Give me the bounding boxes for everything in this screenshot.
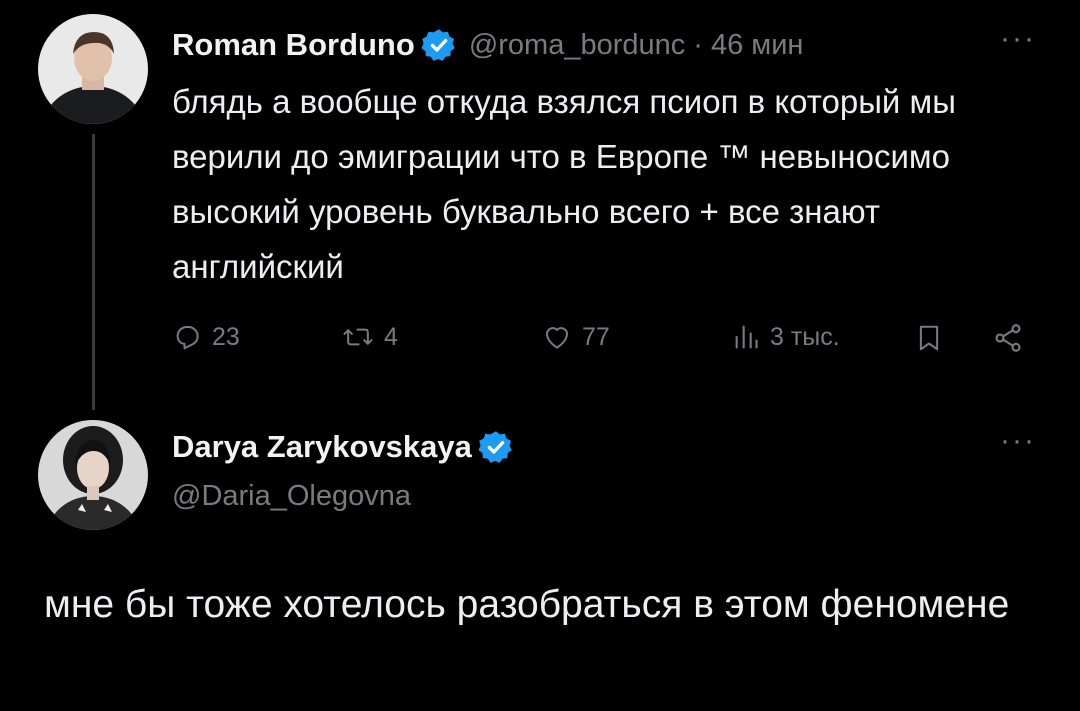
reply-author-name[interactable]: Darya Zarykovskaya — [172, 429, 472, 465]
reply-author-handle[interactable]: @Daria_Olegovna — [172, 480, 411, 513]
like-count: 77 — [582, 322, 610, 351]
separator-dot: · — [693, 28, 703, 61]
like-button[interactable]: 77 — [542, 322, 610, 352]
views-count: 3 тыс. — [770, 322, 840, 351]
reply-more-options-button[interactable]: ··· — [1000, 424, 1036, 458]
tweet-actions-bar: 23 4 77 3 тыс. — [172, 322, 1036, 362]
retweet-button[interactable]: 4 — [342, 322, 398, 352]
tweet-header: Roman Borduno @roma_bordunc · 46 мин — [172, 24, 803, 66]
reply-header: Darya Zarykovskaya — [172, 426, 526, 468]
verified-badge-icon — [421, 29, 455, 61]
author-handle[interactable]: @roma_bordunc — [469, 29, 685, 62]
tweet-text: блядь а вообще откуда взялся псиоп в кот… — [172, 83, 956, 285]
retweet-icon — [343, 328, 373, 346]
reply-icon — [176, 326, 199, 350]
tweet-timestamp[interactable]: 46 мин — [711, 29, 803, 62]
share-button[interactable] — [992, 322, 1034, 354]
bookmark-icon — [919, 325, 939, 351]
views-button[interactable]: 3 тыс. — [732, 322, 840, 352]
bookmark-button[interactable] — [914, 322, 954, 354]
thread-line — [92, 134, 95, 410]
heart-icon — [546, 327, 568, 349]
retweet-count: 4 — [384, 322, 398, 351]
reply-text: мне бы тоже хотелось разобраться в этом … — [44, 583, 1010, 626]
reply-button[interactable]: 23 — [172, 322, 240, 352]
verified-badge-icon — [478, 431, 512, 463]
share-icon — [995, 324, 1021, 352]
author-name[interactable]: Roman Borduno — [172, 27, 415, 63]
avatar-roman-borduno[interactable] — [38, 14, 148, 124]
avatar-darya-zarykovskaya[interactable] — [38, 420, 148, 530]
more-options-button[interactable]: ··· — [1000, 22, 1036, 56]
reply-count: 23 — [212, 322, 240, 351]
views-chart-icon — [735, 325, 758, 349]
